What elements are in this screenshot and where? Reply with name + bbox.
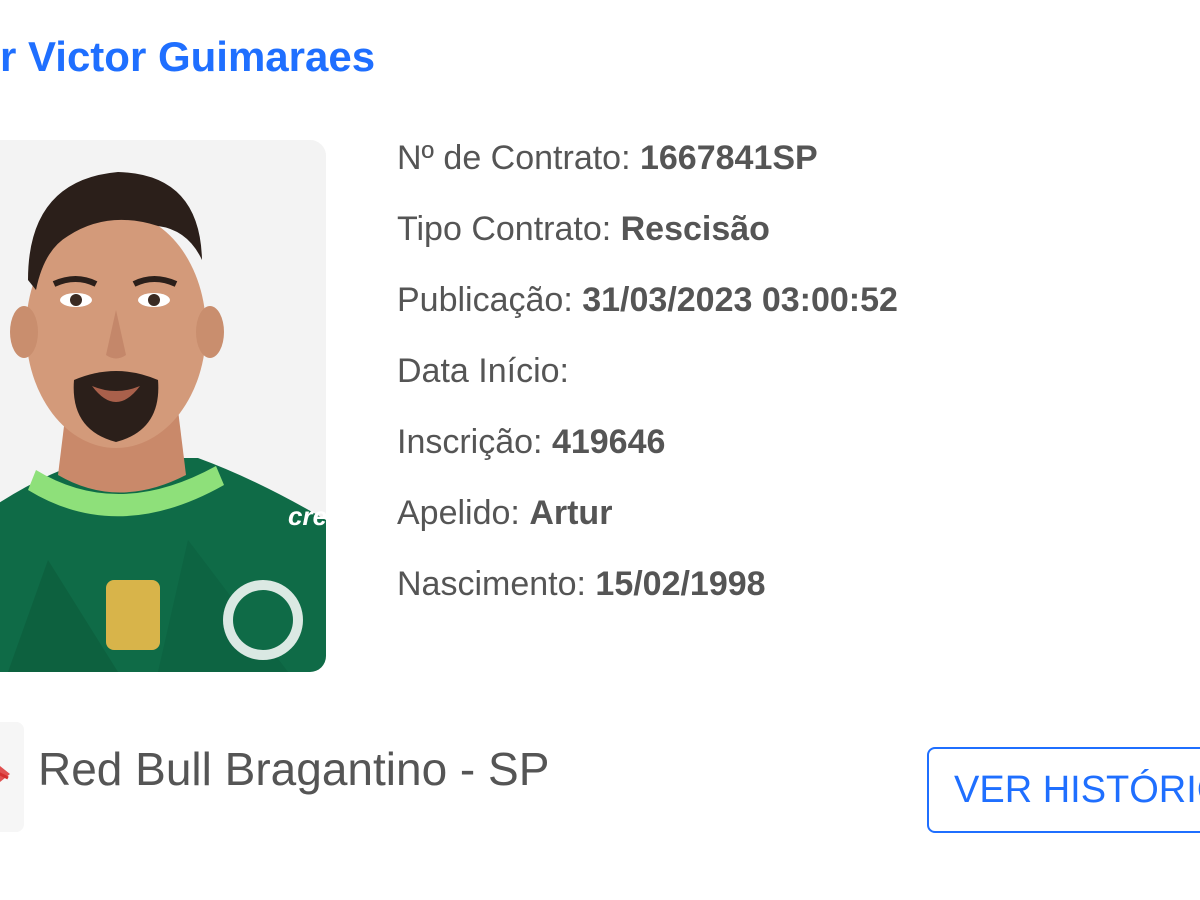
contract-details: Nº de Contrato: 1667841SP Tipo Contrato:… [397, 132, 898, 629]
player-photo: crefi [0, 140, 326, 672]
detail-publication: Publicação: 31/03/2023 03:00:52 [397, 274, 898, 345]
detail-label: Nascimento: [397, 565, 596, 603]
detail-label: Data Início: [397, 352, 569, 390]
detail-value: 1667841SP [639, 139, 818, 177]
view-history-button[interactable]: VER HISTÓRICO [927, 747, 1200, 833]
detail-value: 419646 [551, 423, 666, 461]
detail-value: Rescisão [620, 210, 770, 248]
svg-text:crefi: crefi [288, 501, 326, 531]
detail-registration: Inscrição: 419646 [397, 416, 898, 487]
detail-value: Artur [529, 494, 613, 532]
club-logo-icon [0, 722, 24, 832]
detail-start-date: Data Início: [397, 345, 898, 416]
detail-label: Apelido: [397, 494, 530, 532]
contract-card: r Victor Guimaraes cre Nº de Contrato: 1… [0, 0, 1200, 900]
detail-contract-type: Tipo Contrato: Rescisão [397, 203, 898, 274]
player-name: r Victor Guimaraes [0, 33, 376, 80]
detail-birth: Nascimento: 15/02/1998 [397, 558, 898, 629]
detail-contract-number: Nº de Contrato: 1667841SP [397, 132, 898, 203]
detail-label: Nº de Contrato: [397, 139, 640, 177]
detail-label: Publicação: [397, 281, 583, 319]
detail-label: Tipo Contrato: [397, 210, 621, 248]
detail-value: 15/02/1998 [595, 565, 766, 603]
detail-value: 31/03/2023 03:00:52 [582, 281, 898, 319]
detail-nickname: Apelido: Artur [397, 487, 898, 558]
detail-label: Inscrição: [397, 423, 552, 461]
club-name: Red Bull Bragantino - SP [38, 743, 550, 795]
